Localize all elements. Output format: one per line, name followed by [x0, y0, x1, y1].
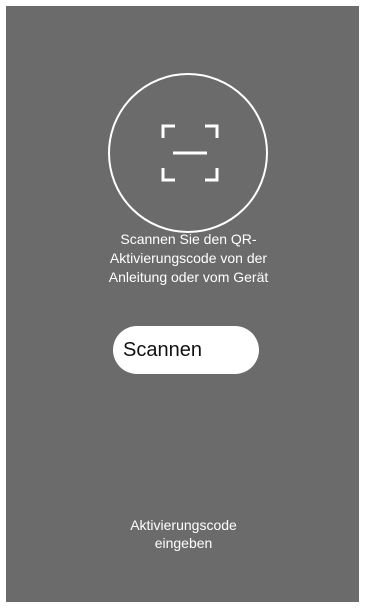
- instruction-line: Anleitung oder vom Gerät: [108, 269, 269, 285]
- scan-button[interactable]: Scannen: [113, 326, 259, 374]
- manual-code-line: Aktivierungscode: [130, 517, 237, 533]
- instruction-line: Aktivierungscode von der: [109, 250, 268, 266]
- qr-scan-frame-icon: [161, 124, 219, 182]
- instruction-line: Scannen Sie den QR-: [120, 231, 257, 247]
- manual-code-line: eingeben: [154, 535, 213, 551]
- enter-activation-code-link[interactable]: Aktivierungscode eingeben: [96, 516, 271, 552]
- activation-screen: Scannen Sie den QR- Aktivierungscode von…: [6, 6, 359, 602]
- scan-circle[interactable]: [108, 73, 268, 233]
- scan-instructions: Scannen Sie den QR- Aktivierungscode von…: [46, 230, 331, 287]
